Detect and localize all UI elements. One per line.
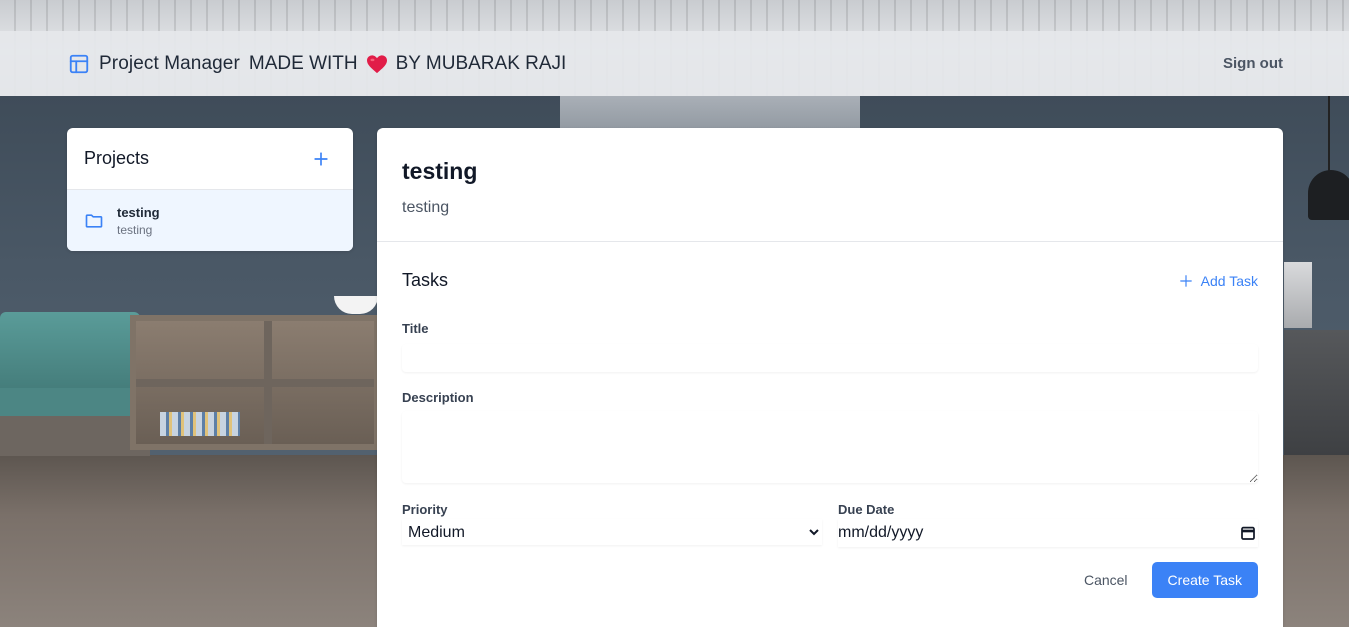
author-text: BY MUBARAK RAJI <box>395 52 567 74</box>
bg-coffee-machine <box>1284 262 1312 328</box>
top-header: Project Manager MADE WITH BY MUBARAK RAJ… <box>0 31 1349 96</box>
due-date-input[interactable]: mm/dd/yyyy <box>838 519 1258 547</box>
bg-sofa-base <box>0 416 150 456</box>
priority-label: Priority <box>402 502 448 517</box>
sidebar-item-testing[interactable]: testing testing <box>67 190 353 251</box>
sidebar-title: Projects <box>84 148 150 168</box>
project-detail-panel: testing testing Tasks Add Task Title Des… <box>377 128 1283 627</box>
layout-icon <box>68 53 90 75</box>
priority-column: Priority Medium <box>402 502 822 547</box>
sidebar-header: Projects <box>67 128 353 190</box>
tasks-header: Tasks Add Task <box>402 270 1258 291</box>
sign-out-button[interactable]: Sign out <box>1223 55 1283 72</box>
title-label: Title <box>402 321 429 336</box>
due-date-placeholder: mm/dd/yyyy <box>838 524 924 541</box>
bg-sofa <box>0 312 140 392</box>
app-title: Project Manager <box>99 52 240 74</box>
project-text: testing testing <box>117 205 160 237</box>
brand: Project Manager MADE WITH BY MUBARAK RAJ… <box>68 53 566 75</box>
project-name: testing <box>117 204 160 220</box>
project-description-text: testing <box>402 199 450 216</box>
due-date-label: Due Date <box>838 502 895 517</box>
bg-lamp <box>1308 170 1349 220</box>
bg-books <box>160 412 240 436</box>
due-date-column: Due Date mm/dd/yyyy <box>838 502 1258 547</box>
cancel-button[interactable]: Cancel <box>1084 572 1128 588</box>
calendar-icon[interactable] <box>1240 525 1256 541</box>
bg-sofa-seat <box>0 388 150 418</box>
made-with-text: MADE WITH <box>248 52 358 74</box>
made-with-credit: MADE WITH BY MUBARAK RAJI <box>249 53 566 75</box>
project-title: testing <box>402 158 478 184</box>
bg-cabinet <box>1284 330 1349 455</box>
priority-date-row: Priority Medium Due Date mm/dd/yyyy <box>402 502 1258 547</box>
plus-icon <box>314 151 328 166</box>
task-form: Title Description Priority Medium Due Da… <box>402 321 1258 598</box>
project-description: testing <box>117 222 153 237</box>
heart-icon <box>366 54 388 74</box>
projects-sidebar: Projects testing testing <box>67 128 353 251</box>
project-header: testing testing <box>377 128 1283 242</box>
task-description-input[interactable] <box>402 411 1258 483</box>
folder-icon <box>84 211 104 231</box>
add-task-button[interactable]: Add Task <box>1179 273 1258 289</box>
bg-lamp-cord <box>1328 96 1330 176</box>
create-task-button[interactable]: Create Task <box>1151 562 1258 598</box>
add-task-label: Add Task <box>1200 272 1258 289</box>
plus-icon <box>1179 274 1193 288</box>
add-project-button[interactable] <box>311 149 331 169</box>
tasks-section: Tasks Add Task Title Description Priorit… <box>377 242 1283 598</box>
tasks-title: Tasks <box>402 270 449 290</box>
form-actions: Cancel Create Task <box>402 562 1258 598</box>
description-label: Description <box>402 390 474 405</box>
task-title-input[interactable] <box>402 344 1258 372</box>
priority-select[interactable]: Medium <box>402 519 822 545</box>
